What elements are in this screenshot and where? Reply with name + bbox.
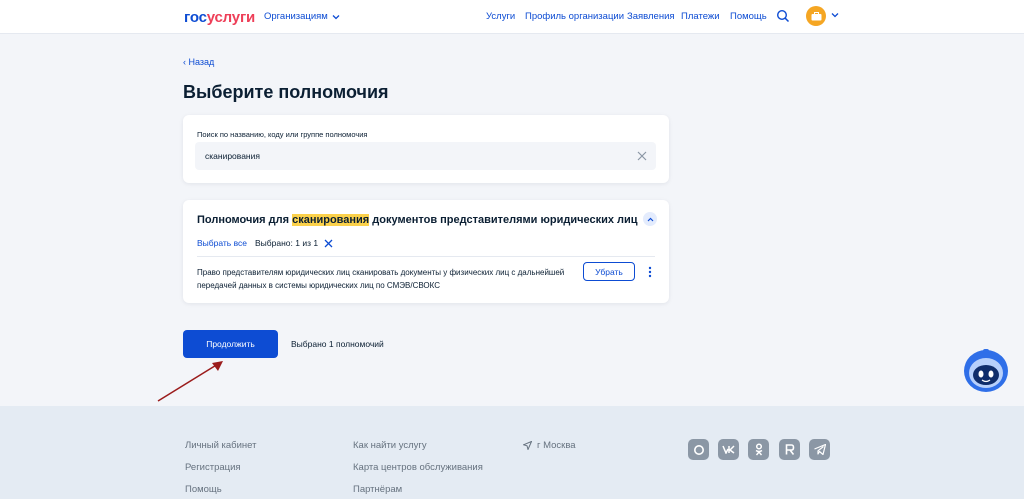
social-vk-icon[interactable]: [718, 439, 739, 460]
search-card: Поиск по названию, коду или группе полно…: [183, 115, 669, 183]
annotation-arrow-icon: [157, 361, 223, 402]
close-icon[interactable]: [324, 239, 333, 248]
chevron-down-icon[interactable]: [831, 12, 839, 18]
city-name: г Москва: [537, 440, 576, 451]
social-rutube-icon[interactable]: [779, 439, 800, 460]
nav-applications[interactable]: Заявления: [627, 11, 675, 22]
logo-part-gos: гос: [184, 9, 207, 26]
footer-link-find-service[interactable]: Как найти услугу: [353, 440, 427, 451]
footer-link-partners[interactable]: Партнёрам: [353, 484, 402, 495]
search-label: Поиск по названию, коду или группе полно…: [197, 130, 368, 139]
selected-summary: Выбрано 1 полномочий: [291, 339, 384, 349]
ok-logo-icon: [755, 443, 762, 456]
permission-group-title-start: Полномочия для: [197, 214, 293, 226]
top-navigation-bar: госуслуги Организациям Услуги Профиль ор…: [0, 0, 1024, 34]
more-options-icon[interactable]: [647, 266, 653, 278]
selected-count: Выбрано: 1 из 1: [255, 238, 319, 248]
chevron-down-icon: [332, 14, 340, 19]
footer-link-help[interactable]: Помощь: [185, 484, 222, 495]
footer-link-service-centers-map[interactable]: Карта центров обслуживания: [353, 462, 483, 473]
search-icon[interactable]: [776, 9, 790, 23]
clear-search-icon[interactable]: [637, 151, 647, 161]
nav-help[interactable]: Помощь: [730, 11, 767, 22]
divider: [197, 256, 655, 257]
social-dzen-icon[interactable]: [688, 439, 709, 460]
collapse-group-button[interactable]: [643, 212, 657, 226]
footer-link-personal-account[interactable]: Личный кабинет: [185, 440, 256, 451]
permission-description: Право представителям юридических лиц ска…: [197, 268, 565, 290]
city-selector[interactable]: г Москва: [523, 440, 576, 451]
briefcase-icon: [811, 11, 821, 20]
organizations-menu[interactable]: Организациям: [264, 11, 340, 22]
nav-organization-profile[interactable]: Профиль организации: [525, 11, 624, 22]
organization-avatar[interactable]: [806, 6, 826, 26]
permission-group-card: Полномочия для сканирования документов п…: [183, 200, 669, 303]
footer: [0, 406, 1024, 499]
rutube-logo-icon: [785, 444, 794, 455]
footer-link-registration[interactable]: Регистрация: [185, 462, 241, 473]
location-arrow-icon: [523, 441, 532, 450]
social-telegram-icon[interactable]: [809, 439, 830, 460]
permission-group-title-end: документов представителями юридических л…: [369, 214, 638, 226]
social-ok-icon[interactable]: [748, 439, 769, 460]
back-link-label: Назад: [188, 57, 215, 67]
assistant-robot-icon[interactable]: [962, 346, 1010, 394]
nav-services[interactable]: Услуги: [486, 11, 515, 22]
logo-part-uslugi: услуги: [206, 9, 256, 26]
select-all-link[interactable]: Выбрать все: [197, 238, 247, 248]
organizations-menu-label: Организациям: [264, 11, 328, 22]
permission-group-title: Полномочия для сканирования документов п…: [197, 214, 638, 226]
nav-payments[interactable]: Платежи: [681, 11, 720, 22]
remove-permission-button[interactable]: Убрать: [583, 262, 635, 281]
page-title: Выберите полномочия: [183, 82, 389, 102]
chat-bubble-icon: [693, 444, 704, 455]
search-input[interactable]: [195, 142, 656, 170]
telegram-logo-icon: [813, 444, 826, 455]
back-link[interactable]: ‹ Назад: [183, 57, 214, 67]
search-match-highlight: сканирования: [292, 214, 370, 226]
gosuslugi-logo[interactable]: госуслуги: [184, 9, 255, 26]
chevron-up-icon: [647, 217, 653, 221]
vk-logo-icon: [721, 445, 735, 454]
